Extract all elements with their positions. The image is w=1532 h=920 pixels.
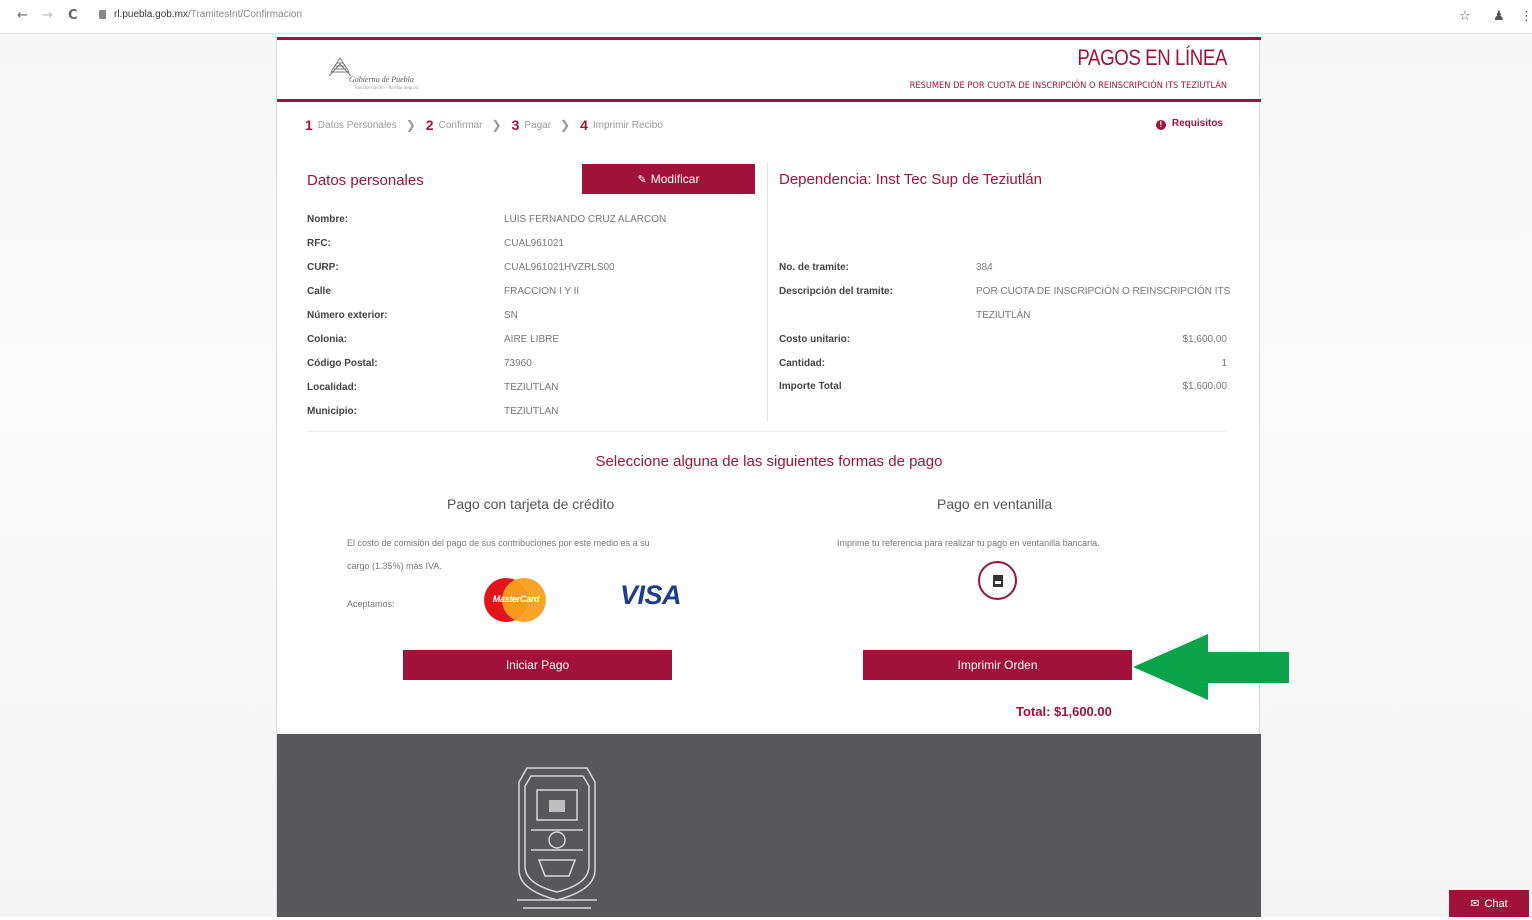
background-left	[0, 34, 276, 917]
requisitos-link[interactable]: ! Requisitos	[1155, 118, 1223, 130]
field-label-colonia: Colonia:	[307, 334, 347, 345]
chevron-right-icon: ❯	[405, 118, 416, 132]
bookmark-star-icon[interactable]: ☆	[1459, 9, 1471, 24]
page-subtitle: RESUMEN DE POR CUOTA DE INSCRIPCIÓN O RE…	[909, 81, 1227, 91]
no-tramite-value: 384	[976, 262, 993, 273]
no-tramite-label: No. de tramite:	[779, 262, 850, 273]
visa-logo: VISA	[620, 580, 682, 610]
print-order-label: Imprimir Orden	[957, 658, 1038, 672]
section-divider	[307, 431, 1227, 432]
step-label: Pagar	[524, 119, 552, 131]
print-document-icon[interactable]	[978, 561, 1017, 600]
chevron-right-icon: ❯	[491, 118, 502, 132]
requisitos-label: Requisitos	[1171, 118, 1223, 129]
step-number: 2	[425, 117, 434, 133]
field-value-rfc: CUAL961021	[504, 238, 565, 249]
cantidad-label: Cantidad:	[779, 358, 826, 369]
step-breadcrumb: 1 Datos Personales ❯ 2 Confirmar ❯ 3 Pag…	[305, 115, 673, 135]
field-label-localidad: Localidad:	[307, 382, 358, 393]
browser-toolbar: ← → C rl.puebla.gob.mx/TramitesInt/Confi…	[0, 0, 1532, 34]
descripcion-value-line1: POR CUOTA DE INSCRIPCIÓN O REINSCRIPCIÓN…	[976, 286, 1231, 297]
field-label-rfc: RFC:	[307, 238, 331, 249]
chat-icon: ✉	[1470, 898, 1480, 910]
field-value-calle: FRACCION I Y II	[504, 286, 580, 297]
top-accent-line	[277, 37, 1261, 40]
field-value-localidad: TEZIUTLAN	[504, 382, 559, 393]
chat-label: Chat	[1484, 897, 1508, 910]
green-arrow-icon	[1133, 634, 1289, 700]
importe-total-value: $1,600.00	[1182, 381, 1228, 392]
step-number: 1	[305, 117, 313, 133]
print-order-button[interactable]: Imprimir Orden	[863, 650, 1132, 680]
window-payment-text: Imprime tu referencia para realizar tu p…	[837, 538, 1100, 548]
descripcion-label: Descripción del tramite:	[779, 286, 893, 297]
address-bar[interactable]: rl.puebla.gob.mx/TramitesInt/Confirmacio…	[114, 9, 302, 20]
logo-text: Gobierno de Puebla	[349, 75, 414, 84]
column-divider	[767, 163, 768, 421]
card-payment-text-2: cargo (1.35%) más IVA.	[347, 561, 442, 571]
total-amount: Total: $1,600.00	[1016, 704, 1112, 719]
step-label: Imprimir Recibo	[592, 119, 663, 131]
modify-button[interactable]: ✎ Modificar	[582, 164, 755, 194]
start-payment-label: Iniciar Pago	[505, 658, 570, 672]
profile-icon[interactable]: ♟	[1493, 9, 1505, 24]
dependencia-title: Dependencia: Inst Tec Sup de Teziutlán	[779, 171, 1042, 188]
url-path: /TramitesInt/Confirmacion	[187, 9, 303, 20]
chevron-right-icon: ❯	[560, 118, 571, 132]
personal-data-title: Datos personales	[307, 172, 424, 189]
pencil-icon: ✎	[637, 173, 647, 186]
document-icon	[992, 574, 1003, 587]
step-number: 3	[511, 117, 520, 133]
start-payment-button[interactable]: Iniciar Pago	[403, 650, 672, 680]
field-value-curp: CUAL961021HVZRLS00	[504, 262, 615, 273]
cantidad-value: 1	[1221, 358, 1227, 369]
field-value-numero-exterior: SN	[504, 310, 518, 321]
window-payment-title: Pago en ventanilla	[937, 496, 1053, 512]
field-value-nombre: LUIS FERNANDO CRUZ ALARCON	[504, 214, 667, 225]
field-value-colonia: AIRE LIBRE	[504, 334, 560, 345]
forward-icon[interactable]: →	[42, 8, 53, 23]
field-value-municipio: TEZIUTLAN	[504, 406, 559, 417]
background-right	[1260, 34, 1532, 917]
main-page: Gobierno de Puebla Transformación · Rumb…	[276, 37, 1261, 917]
chat-button[interactable]: ✉ Chat	[1449, 890, 1529, 917]
lock-icon	[99, 10, 106, 19]
header-divider	[277, 99, 1261, 102]
card-payment-title: Pago con tarjeta de crédito	[447, 496, 615, 512]
modify-button-label: Modificar	[650, 172, 700, 186]
field-label-numero-exterior: Número exterior:	[307, 310, 388, 321]
field-label-municipio: Municipio:	[307, 406, 357, 417]
costo-unitario-value: $1,600.00	[1182, 334, 1228, 345]
field-label-curp: CURP:	[307, 262, 339, 273]
step-number: 4	[580, 117, 588, 133]
costo-unitario-label: Costo unitario:	[779, 334, 851, 345]
card-payment-text-1: El costo de comisión del pago de sus con…	[347, 538, 650, 548]
step-label: Datos Personales	[317, 119, 397, 131]
url-host: rl.puebla.gob.mx	[114, 9, 188, 20]
accept-label: Aceptamos:	[347, 599, 395, 609]
field-label-codigo-postal: Código Postal:	[307, 358, 378, 369]
reload-icon[interactable]: C	[68, 8, 78, 23]
browser-menu-icon[interactable]: ⋮	[1520, 9, 1532, 24]
step-label: Confirmar	[438, 119, 483, 131]
mastercard-text: MasterCard	[492, 594, 540, 604]
descripcion-value-line2: TEZIUTLÁN	[976, 310, 1031, 321]
logo-subtext: Transformación · Rumbo Seguro	[354, 85, 418, 90]
step-3[interactable]: 3 Pagar ❯	[512, 117, 571, 133]
field-label-nombre: Nombre:	[307, 214, 349, 225]
step-1[interactable]: 1 Datos Personales ❯	[305, 117, 416, 133]
puebla-coat-of-arms-icon	[517, 767, 597, 909]
footer	[277, 734, 1261, 917]
payment-options-title: Seleccione alguna de las siguientes form…	[595, 453, 943, 470]
step-4[interactable]: 4 Imprimir Recibo	[580, 117, 663, 133]
step-2[interactable]: 2 Confirmar ❯	[426, 117, 502, 133]
back-icon[interactable]: ←	[17, 8, 28, 23]
field-label-calle: Calle	[307, 286, 331, 297]
info-icon: !	[1155, 120, 1166, 130]
field-value-codigo-postal: 73960	[504, 358, 532, 369]
importe-total-label: Importe Total	[779, 381, 842, 392]
page-title: PAGOS EN LÍNEA	[1077, 45, 1227, 70]
